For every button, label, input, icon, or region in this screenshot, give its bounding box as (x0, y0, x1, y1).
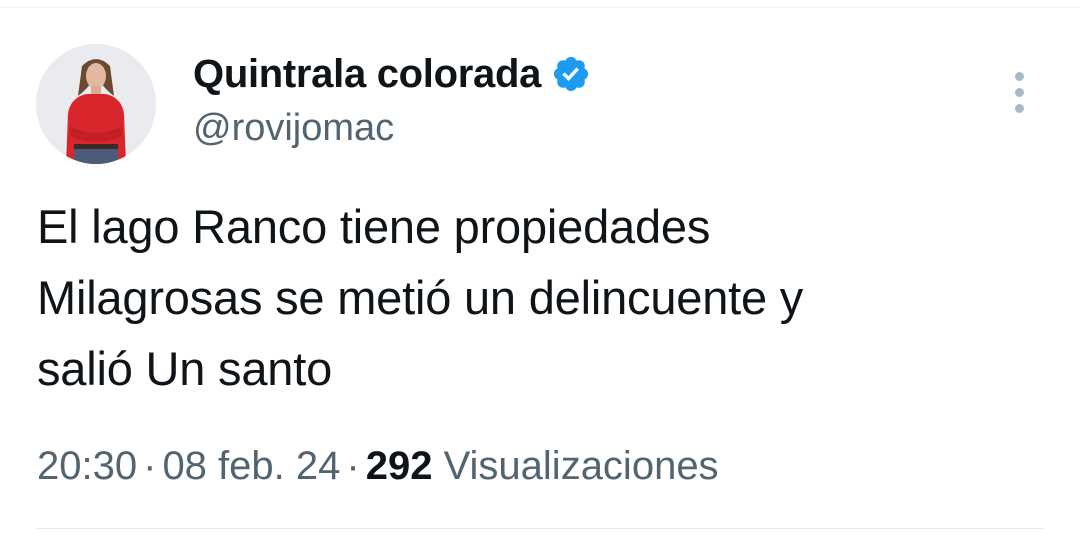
more-vertical-icon-dot-3 (1015, 104, 1024, 113)
views-label[interactable]: Visualizaciones (444, 444, 719, 488)
more-options-button[interactable] (1004, 68, 1036, 118)
tweet-meta: 20:30 · 08 feb. 24 · 292 Visualizaciones (37, 440, 719, 492)
avatar[interactable] (36, 44, 156, 164)
author-display-name[interactable]: Quintrala colorada (193, 50, 591, 98)
more-vertical-icon-dot-1 (1015, 72, 1024, 81)
top-divider (0, 7, 1080, 8)
more-vertical-icon-dot-2 (1015, 88, 1024, 97)
tweet-text-line: El lago Ranco tiene propiedades (37, 200, 711, 253)
author-display-name-text: Quintrala colorada (193, 52, 542, 96)
meta-separator: · (143, 444, 157, 488)
views-count[interactable]: 292 (366, 444, 433, 488)
tweet-text-line: Milagrosas se metió un delincuente y (37, 271, 804, 324)
tweet-date[interactable]: 08 feb. 24 (162, 444, 340, 488)
author-handle[interactable]: @rovijomac (193, 105, 394, 151)
avatar-photo-icon (36, 44, 156, 164)
tweet-text-line: salió Un santo (37, 342, 333, 395)
tweet-time[interactable]: 20:30 (37, 444, 137, 488)
meta-separator: · (346, 444, 360, 488)
tweet-text: El lago Ranco tiene propiedades Milagros… (37, 191, 1047, 404)
verified-badge-icon (553, 56, 589, 92)
bottom-divider (36, 528, 1044, 529)
